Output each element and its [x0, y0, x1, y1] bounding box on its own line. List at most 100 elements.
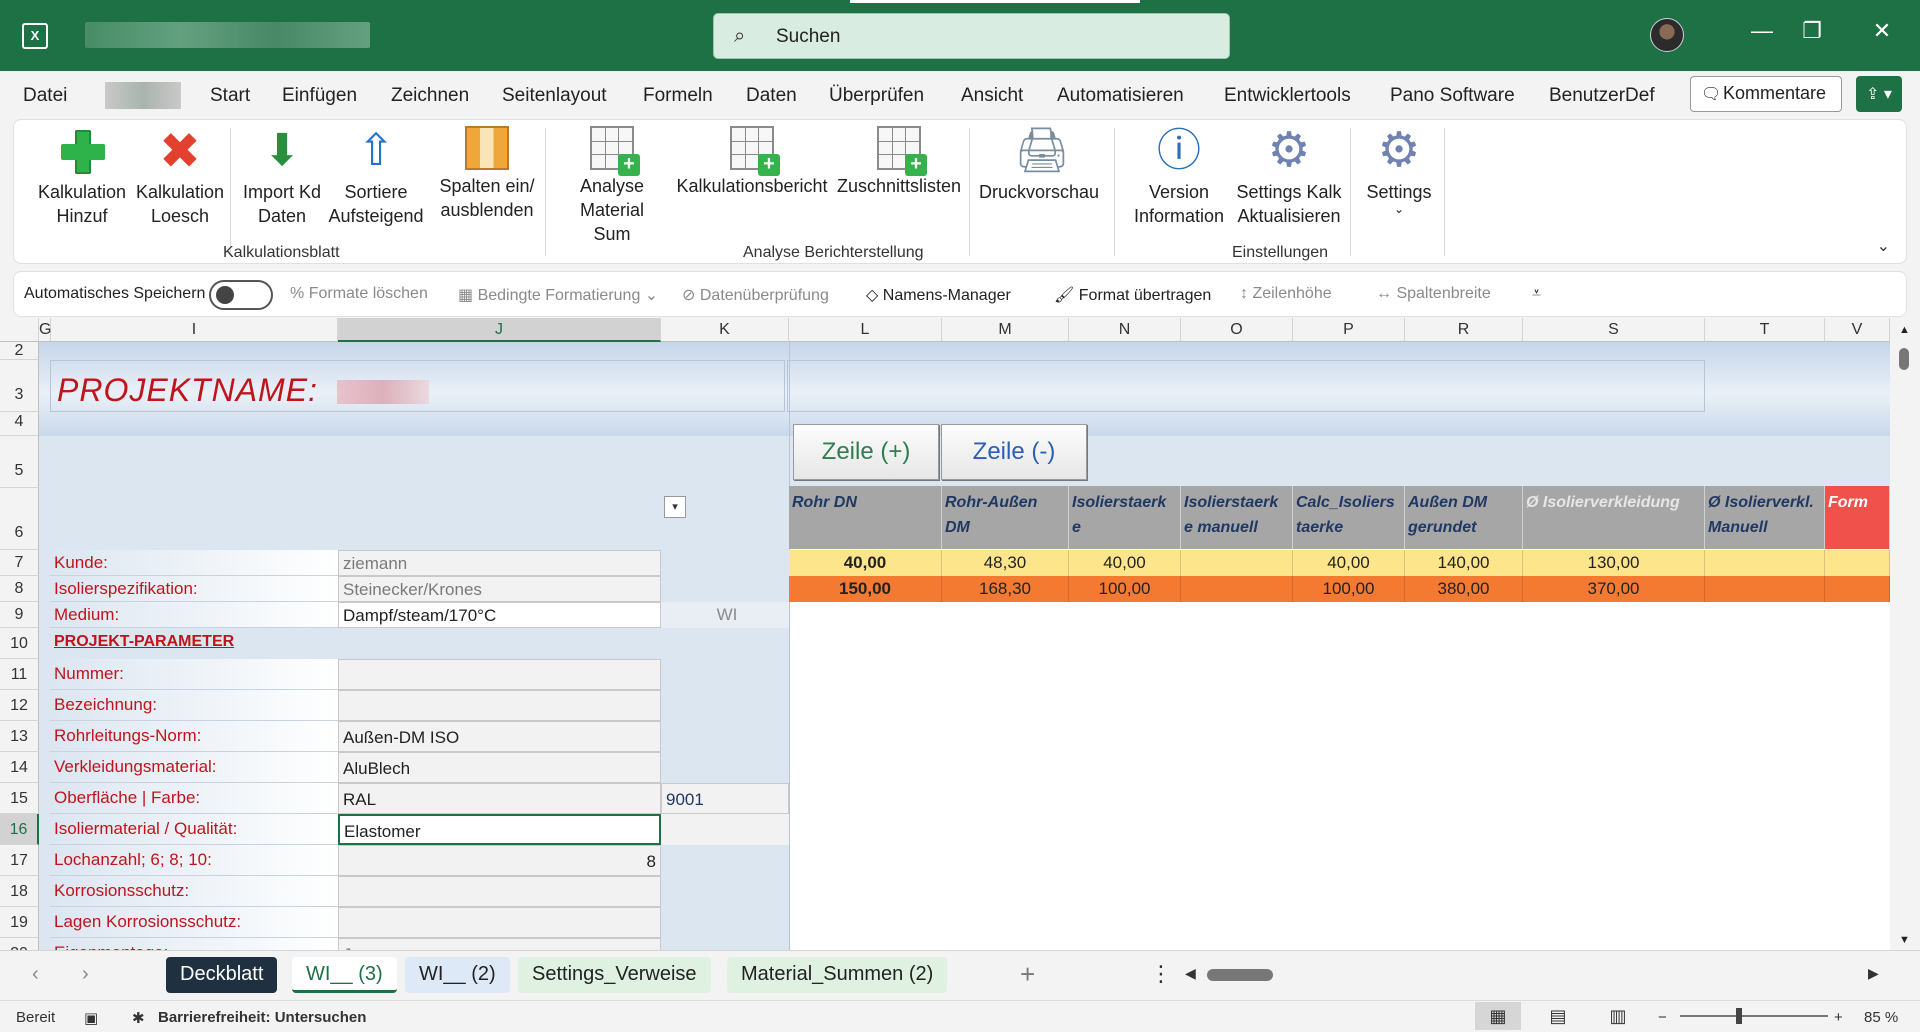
minimize-button[interactable]: —: [1742, 18, 1782, 44]
col-header-m[interactable]: M: [942, 318, 1069, 342]
table-cell[interactable]: 380,00: [1405, 576, 1523, 602]
restore-button[interactable]: ❐: [1792, 18, 1832, 44]
row-header-2[interactable]: 2: [0, 342, 39, 360]
menu-benutzerdef[interactable]: BenutzerDef: [1549, 85, 1655, 107]
col-header-g[interactable]: G: [39, 318, 51, 342]
avatar[interactable]: [1650, 18, 1684, 52]
row-header-19[interactable]: 19: [0, 907, 39, 938]
vertical-scroll-thumb[interactable]: [1899, 348, 1909, 370]
tab-deckblatt[interactable]: Deckblatt: [166, 957, 278, 993]
field-extra-medium[interactable]: WI: [661, 602, 789, 628]
zeile-plus-button[interactable]: Zeile (+): [793, 424, 939, 480]
search-box[interactable]: ⌕ Suchen: [713, 13, 1230, 59]
table-cell[interactable]: 48,30: [942, 550, 1069, 576]
normal-view-icon[interactable]: ▦: [1475, 1002, 1521, 1030]
table-cell[interactable]: [1825, 550, 1890, 576]
tab-scroll-left-icon[interactable]: ‹: [32, 963, 39, 986]
menu-ueberpruefen[interactable]: Überprüfen: [829, 85, 924, 107]
table-cell[interactable]: 40,00: [1069, 550, 1181, 576]
row-header-9[interactable]: 9: [0, 602, 39, 628]
analyse-button[interactable]: + Analyse Material Sum: [559, 126, 665, 246]
kalkulation-loesch-button[interactable]: ✖ Kalkulation Loesch: [130, 126, 230, 228]
zoom-level[interactable]: 85 %: [1864, 1009, 1898, 1026]
menu-daten[interactable]: Daten: [746, 85, 797, 107]
field-value-nummer[interactable]: [338, 659, 661, 690]
menu-start[interactable]: Start: [210, 85, 250, 107]
row-header-15[interactable]: 15: [0, 783, 39, 814]
format-uebertragen-button[interactable]: 🖌 Format übertragen: [1054, 285, 1211, 305]
field-value-bezeichnung[interactable]: [338, 690, 661, 721]
menu-entwicklertools[interactable]: Entwicklertools: [1224, 85, 1351, 107]
table-cell[interactable]: 130,00: [1523, 550, 1705, 576]
table-cell[interactable]: 40,00: [789, 550, 942, 576]
datenueberpruefung-button[interactable]: ⊘ Datenüberprüfung: [682, 285, 829, 305]
kalkulation-hinzuf-button[interactable]: Kalkulation Hinzuf: [32, 126, 132, 228]
row-header-14[interactable]: 14: [0, 752, 39, 783]
table-cell[interactable]: 168,30: [942, 576, 1069, 602]
dropdown-arrow-icon[interactable]: ▾: [664, 496, 686, 518]
row-header-11[interactable]: 11: [0, 659, 39, 690]
menu-ansicht[interactable]: Ansicht: [961, 85, 1023, 107]
row-header-5[interactable]: 5: [0, 436, 39, 488]
hscroll-left-icon[interactable]: ◀: [1185, 965, 1196, 982]
add-sheet-icon[interactable]: +: [1020, 959, 1035, 990]
menu-automatisieren[interactable]: Automatisieren: [1057, 85, 1184, 107]
field-value-eigenmontage[interactable]: Ja: [338, 938, 661, 950]
hscroll-right-icon[interactable]: ▶: [1868, 965, 1879, 982]
scroll-up-icon[interactable]: ▲: [1899, 324, 1910, 336]
macro-recording-icon[interactable]: ▣: [84, 1009, 98, 1027]
druckvorschau-button[interactable]: 🖨 Druckvorschau: [979, 126, 1099, 204]
close-button[interactable]: ✕: [1862, 18, 1902, 44]
settings-kalk-button[interactable]: ⚙ Settings Kalk Aktualisieren: [1234, 126, 1344, 228]
version-button[interactable]: ⓘ Version Information: [1129, 126, 1229, 228]
zeilenhoehe-button[interactable]: ↕ Zeilenhöhe: [1240, 285, 1332, 303]
zoom-in-icon[interactable]: +: [1834, 1009, 1843, 1026]
horizontal-scroll-thumb[interactable]: [1207, 969, 1273, 981]
row-header-20[interactable]: 20: [0, 938, 39, 950]
row-header-13[interactable]: 13: [0, 721, 39, 752]
field-value-rohrleitungs-norm[interactable]: Außen-DM ISO: [338, 721, 661, 752]
page-layout-view-icon[interactable]: ▤: [1535, 1002, 1581, 1030]
accessibility-status[interactable]: Barrierefreiheit: Untersuchen: [158, 1009, 366, 1026]
tab-wi-3[interactable]: WI__ (3): [292, 957, 397, 993]
field-value-isoliermaterial[interactable]: Elastomer: [338, 814, 661, 845]
col-header-r[interactable]: R: [1405, 318, 1523, 342]
select-all-corner[interactable]: [0, 318, 39, 342]
col-header-k[interactable]: K: [661, 318, 789, 342]
menu-item-redacted[interactable]: [105, 82, 181, 109]
table-cell[interactable]: 100,00: [1293, 576, 1405, 602]
settings-button[interactable]: ⚙ Settings ⌄: [1359, 126, 1439, 216]
menu-datei[interactable]: Datei: [23, 85, 67, 107]
field-value-medium[interactable]: Dampf/steam/170°C: [338, 602, 661, 628]
row-header-12[interactable]: 12: [0, 690, 39, 721]
zoom-slider[interactable]: [1680, 1015, 1828, 1017]
row-header-7[interactable]: 7: [0, 550, 39, 576]
row-header-3[interactable]: 3: [0, 360, 39, 412]
col-header-n[interactable]: N: [1069, 318, 1181, 342]
table-cell[interactable]: [1705, 576, 1825, 602]
page-break-view-icon[interactable]: ▥: [1595, 1002, 1641, 1030]
col-header-s[interactable]: S: [1523, 318, 1705, 342]
bedingte-formatierung-button[interactable]: ▦ Bedingte Formatierung ⌄: [458, 285, 658, 305]
col-header-p[interactable]: P: [1293, 318, 1405, 342]
menu-formeln[interactable]: Formeln: [643, 85, 713, 107]
col-header-t[interactable]: T: [1705, 318, 1825, 342]
menu-einfuegen[interactable]: Einfügen: [282, 85, 357, 107]
col-header-l[interactable]: L: [789, 318, 942, 342]
row-header-4[interactable]: 4: [0, 412, 39, 436]
zoom-out-icon[interactable]: −: [1658, 1009, 1667, 1026]
field-value-kunde[interactable]: ziemann: [338, 550, 661, 576]
spaltenbreite-button[interactable]: ↔ Spaltenbreite: [1376, 285, 1491, 303]
zuschnittslisten-button[interactable]: + Zuschnittslisten: [834, 126, 964, 198]
table-cell[interactable]: [1705, 550, 1825, 576]
row-header-6[interactable]: 6: [0, 488, 39, 550]
field-value-isolierspezifikation[interactable]: Steinecker/Krones: [338, 576, 661, 602]
spreadsheet-grid[interactable]: G I J K L M N O P R S T V 2 3 4 5 6 7 8 …: [0, 318, 1920, 950]
ribbon-collapse-icon[interactable]: ⌄: [1877, 236, 1890, 256]
formate-loeschen-button[interactable]: % Formate löschen: [290, 285, 428, 303]
field-value-korrosionsschutz[interactable]: [338, 876, 661, 907]
namens-manager-button[interactable]: ◇ Namens-Manager: [866, 285, 1011, 305]
tab-wi-2[interactable]: WI__ (2): [405, 957, 510, 993]
share-button[interactable]: ⇪ ▾: [1856, 76, 1902, 112]
field-value-lochanzahl[interactable]: 8: [338, 845, 661, 876]
